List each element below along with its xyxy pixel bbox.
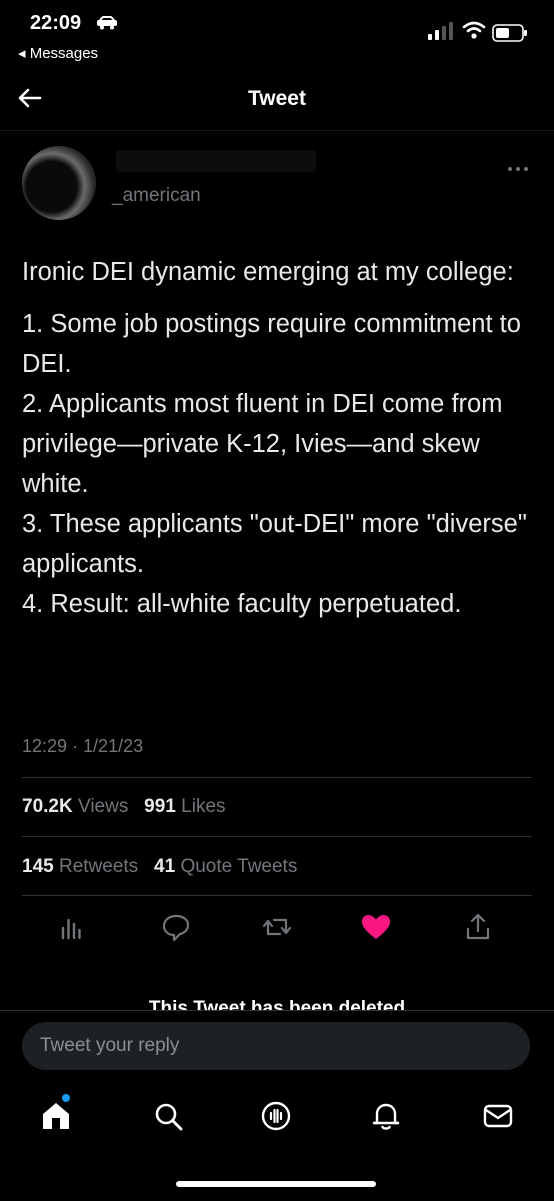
tweet-timestamp: 12:29 · 1/21/23: [22, 736, 144, 756]
author-handle[interactable]: _american: [112, 185, 201, 207]
retweets-count: 145: [22, 856, 54, 877]
quotes-stat[interactable]: 41 Quote Tweets: [154, 856, 297, 877]
wifi-icon: [462, 21, 486, 39]
cellular-signal-icon: [428, 22, 453, 40]
tweet-line: 1. Some job postings require commitment …: [22, 310, 521, 378]
views-stat[interactable]: 70.2K Views: [22, 796, 128, 817]
deleted-notice-text: This Tweet has been deleted: [148, 998, 406, 1010]
status-time: 22:09: [30, 12, 82, 34]
stats-row-views-likes: 70.2K Views 991 Likes: [22, 796, 226, 818]
tweet-line: 4. Result: all-white faculty perpetuated…: [22, 590, 462, 618]
like-icon[interactable]: [359, 910, 393, 944]
likes-label: Likes: [181, 796, 226, 817]
avatar[interactable]: [22, 146, 96, 220]
header-divider: [0, 130, 554, 131]
search-icon[interactable]: [150, 1098, 186, 1134]
divider: [22, 895, 532, 896]
reply-input[interactable]: [22, 1022, 530, 1070]
more-options-icon[interactable]: [506, 160, 530, 178]
battery-icon: [492, 24, 527, 42]
retweets-stat[interactable]: 145 Retweets: [22, 856, 138, 877]
likes-count: 991: [144, 796, 176, 817]
car-icon: [97, 16, 117, 30]
reply-icon[interactable]: [159, 910, 193, 944]
retweets-label: Retweets: [58, 856, 139, 877]
views-label: Views: [77, 796, 129, 817]
tweet-line: 3. These applicants "out-DEI" more "dive…: [22, 510, 527, 578]
analytics-icon[interactable]: [55, 910, 89, 944]
author-name-redacted[interactable]: [116, 150, 316, 172]
deleted-tweet-notice: This Tweet has been deleted: [0, 996, 554, 1010]
likes-stat[interactable]: 991 Likes: [144, 796, 225, 817]
spaces-icon[interactable]: [258, 1098, 294, 1134]
messages-icon[interactable]: [480, 1098, 516, 1134]
divider: [22, 836, 532, 837]
views-count: 70.2K: [22, 796, 73, 817]
retweet-icon[interactable]: [260, 910, 294, 944]
divider: [22, 777, 532, 778]
quotes-label: Quote Tweets: [180, 856, 298, 877]
share-icon[interactable]: [461, 910, 495, 944]
stats-row-retweets-quotes: 145 Retweets 41 Quote Tweets: [22, 856, 297, 878]
notifications-icon[interactable]: [368, 1098, 404, 1134]
home-indicator: [176, 1181, 376, 1187]
tweet-intro: Ironic DEI dynamic emerging at my colleg…: [22, 258, 514, 286]
home-icon[interactable]: [38, 1098, 74, 1134]
page-title: Tweet: [248, 87, 306, 110]
home-notification-dot: [62, 1094, 70, 1102]
tweet-line: 2. Applicants most fluent in DEI come fr…: [22, 390, 503, 498]
tweet-text: Ironic DEI dynamic emerging at my colleg…: [22, 252, 532, 624]
back-to-messages-link[interactable]: ◂ Messages: [18, 44, 98, 62]
quotes-count: 41: [154, 856, 176, 877]
